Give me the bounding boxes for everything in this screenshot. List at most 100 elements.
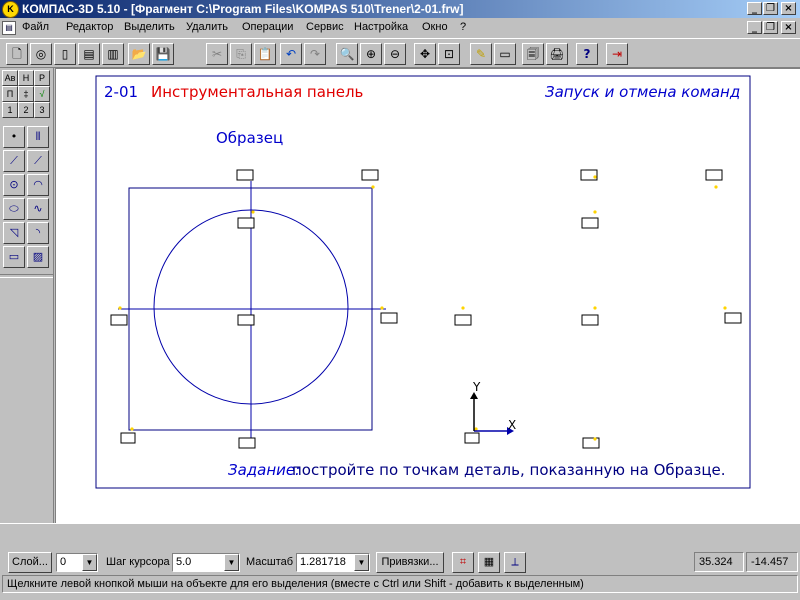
restore-icon[interactable]: ❐ — [763, 2, 778, 15]
mode-tab-text[interactable]: Ав — [2, 70, 18, 86]
scale-select[interactable]: 1.281718 ▼ — [296, 553, 370, 572]
coord-y: -14.457 — [746, 552, 798, 572]
coord-x: 35.324 — [694, 552, 744, 572]
parallel-segment-icon[interactable]: ⟋ — [27, 150, 49, 172]
fillet-icon[interactable]: ◝ — [27, 222, 49, 244]
pan-icon[interactable]: ✥ — [414, 43, 436, 65]
menu-window[interactable]: Окно — [422, 21, 448, 33]
zoom-window-icon[interactable]: ⊡ — [438, 43, 460, 65]
help-cursor-icon[interactable]: ? — [576, 43, 598, 65]
chevron-down-icon[interactable]: ▼ — [224, 554, 239, 571]
doc-restore-icon[interactable]: ❐ — [763, 21, 778, 34]
new-fragment-icon[interactable]: ▯ — [54, 43, 76, 65]
exit-icon[interactable]: ⇥ — [606, 43, 628, 65]
zoom-out-icon[interactable]: ⊖ — [384, 43, 406, 65]
layer-select[interactable]: 0 ▼ — [56, 553, 98, 572]
point-marker — [593, 175, 597, 179]
point-marker — [723, 306, 727, 310]
close-icon[interactable]: × — [781, 2, 796, 15]
lesson-frame — [95, 75, 751, 489]
arc-icon[interactable]: ◠ — [27, 174, 49, 196]
save-icon[interactable]: 💾 — [152, 43, 174, 65]
snap-button[interactable]: Привязки... — [376, 552, 444, 573]
new-text-icon[interactable]: ▥ — [102, 43, 124, 65]
menu-delete[interactable]: Удалить — [186, 21, 228, 33]
chevron-down-icon[interactable]: ▼ — [82, 554, 97, 571]
drawing-canvas[interactable]: X Y 2-01 Инструментальная панель Запуск … — [55, 68, 800, 523]
layer-button[interactable]: Слой... — [8, 552, 52, 573]
menu-service[interactable]: Сервис — [306, 21, 344, 33]
rectangle-icon[interactable]: ▭ — [3, 246, 25, 268]
menu-file[interactable]: Файл — [22, 21, 49, 33]
mode-tab-1[interactable]: 1 — [2, 102, 18, 118]
chevron-down-icon[interactable]: ▼ — [354, 554, 369, 571]
mode-tab-3[interactable]: 3 — [34, 102, 50, 118]
point-icon[interactable]: • — [3, 126, 25, 148]
cut-icon[interactable]: ✂ — [206, 43, 228, 65]
zoom-in-icon[interactable]: ⊕ — [360, 43, 382, 65]
mode-tab-edit[interactable]: Р — [34, 70, 50, 86]
point-marker — [461, 306, 465, 310]
ortho-icon[interactable]: ⟂ — [504, 552, 526, 573]
menu-help[interactable]: ? — [460, 21, 466, 33]
snap-grid-icon[interactable]: ⌗ — [452, 552, 474, 573]
point-label-box — [237, 217, 255, 229]
point-label-box — [454, 314, 472, 326]
status-area: Слой... 0 ▼ Шаг курсора 5.0 ▼ Масштаб 1.… — [0, 523, 800, 600]
spline-icon[interactable]: ∿ — [27, 198, 49, 220]
toolbar-separator — [0, 274, 53, 278]
axis-x-label: X — [508, 418, 516, 432]
menu-operations[interactable]: Операции — [242, 21, 293, 33]
left-toolbar: Ав Н Р П ‡ √ 1 2 3 • ⫴ ⟋ ⟋ ⊙ ◠ ⬭ ∿ ◹ ◝ ▭… — [0, 68, 54, 523]
point-marker — [130, 427, 134, 431]
point-marker — [714, 185, 718, 189]
point-marker — [593, 437, 597, 441]
step-label: Шаг курсора — [106, 556, 170, 568]
minimize-icon[interactable]: _ — [747, 2, 762, 15]
point-label-box — [464, 432, 480, 444]
hatch-icon[interactable]: ▨ — [27, 246, 49, 268]
new-drawing-icon[interactable]: ◎ — [30, 43, 52, 65]
point-marker — [380, 306, 384, 310]
doc-close-icon[interactable]: × — [781, 21, 796, 34]
mode-tab-dimensions[interactable]: Н — [18, 70, 34, 86]
layer-value: 0 — [60, 556, 67, 568]
new-doc-icon[interactable]: 🗋 — [6, 43, 28, 65]
redraw-icon[interactable]: ✎ — [470, 43, 492, 65]
mode-tab-measure[interactable]: ‡ — [18, 86, 34, 102]
doc-minimize-icon[interactable]: _ — [747, 21, 762, 34]
point-marker — [593, 210, 597, 214]
ellipse-icon[interactable]: ⬭ — [3, 198, 25, 220]
point-label-box — [361, 169, 379, 181]
menu-editor[interactable]: Редактор — [66, 21, 113, 33]
point-label-box — [110, 314, 128, 326]
undo-icon[interactable]: ↶ — [280, 43, 302, 65]
circle-icon[interactable]: ⊙ — [3, 174, 25, 196]
menu-select[interactable]: Выделить — [124, 21, 175, 33]
point-label-box — [120, 432, 136, 444]
mode-tab-2[interactable]: 2 — [18, 102, 34, 118]
step-select[interactable]: 5.0 ▼ — [172, 553, 240, 572]
task-text: постройте по точкам деталь, показанную н… — [292, 461, 726, 479]
point-marker — [251, 210, 255, 214]
chamfer-icon[interactable]: ◹ — [3, 222, 25, 244]
point-marker — [593, 306, 597, 310]
lesson-title: Инструментальная панель — [151, 83, 364, 101]
menu-settings[interactable]: Настройка — [354, 21, 408, 33]
copy-icon[interactable]: ⎘ — [230, 43, 252, 65]
preview-icon[interactable]: 🗐 — [522, 43, 544, 65]
open-folder-icon[interactable]: 📂 — [128, 43, 150, 65]
mode-tab-params[interactable]: П — [2, 86, 18, 102]
redo-icon[interactable]: ↷ — [304, 43, 326, 65]
aux-line-icon[interactable]: ⫴ — [27, 126, 49, 148]
zoom-icon[interactable]: 🔍 — [336, 43, 358, 65]
layer-icon[interactable]: ▭ — [494, 43, 516, 65]
mode-tab-check[interactable]: √ — [34, 86, 50, 102]
segment-icon[interactable]: ⟋ — [3, 150, 25, 172]
grid-icon[interactable]: ▦ — [478, 552, 500, 573]
step-value: 5.0 — [176, 556, 192, 568]
new-spec-icon[interactable]: ▤ — [78, 43, 100, 65]
print-icon[interactable]: 🖨 — [546, 43, 568, 65]
paste-icon[interactable]: 📋 — [254, 43, 276, 65]
document-icon[interactable]: ▤ — [2, 21, 16, 35]
